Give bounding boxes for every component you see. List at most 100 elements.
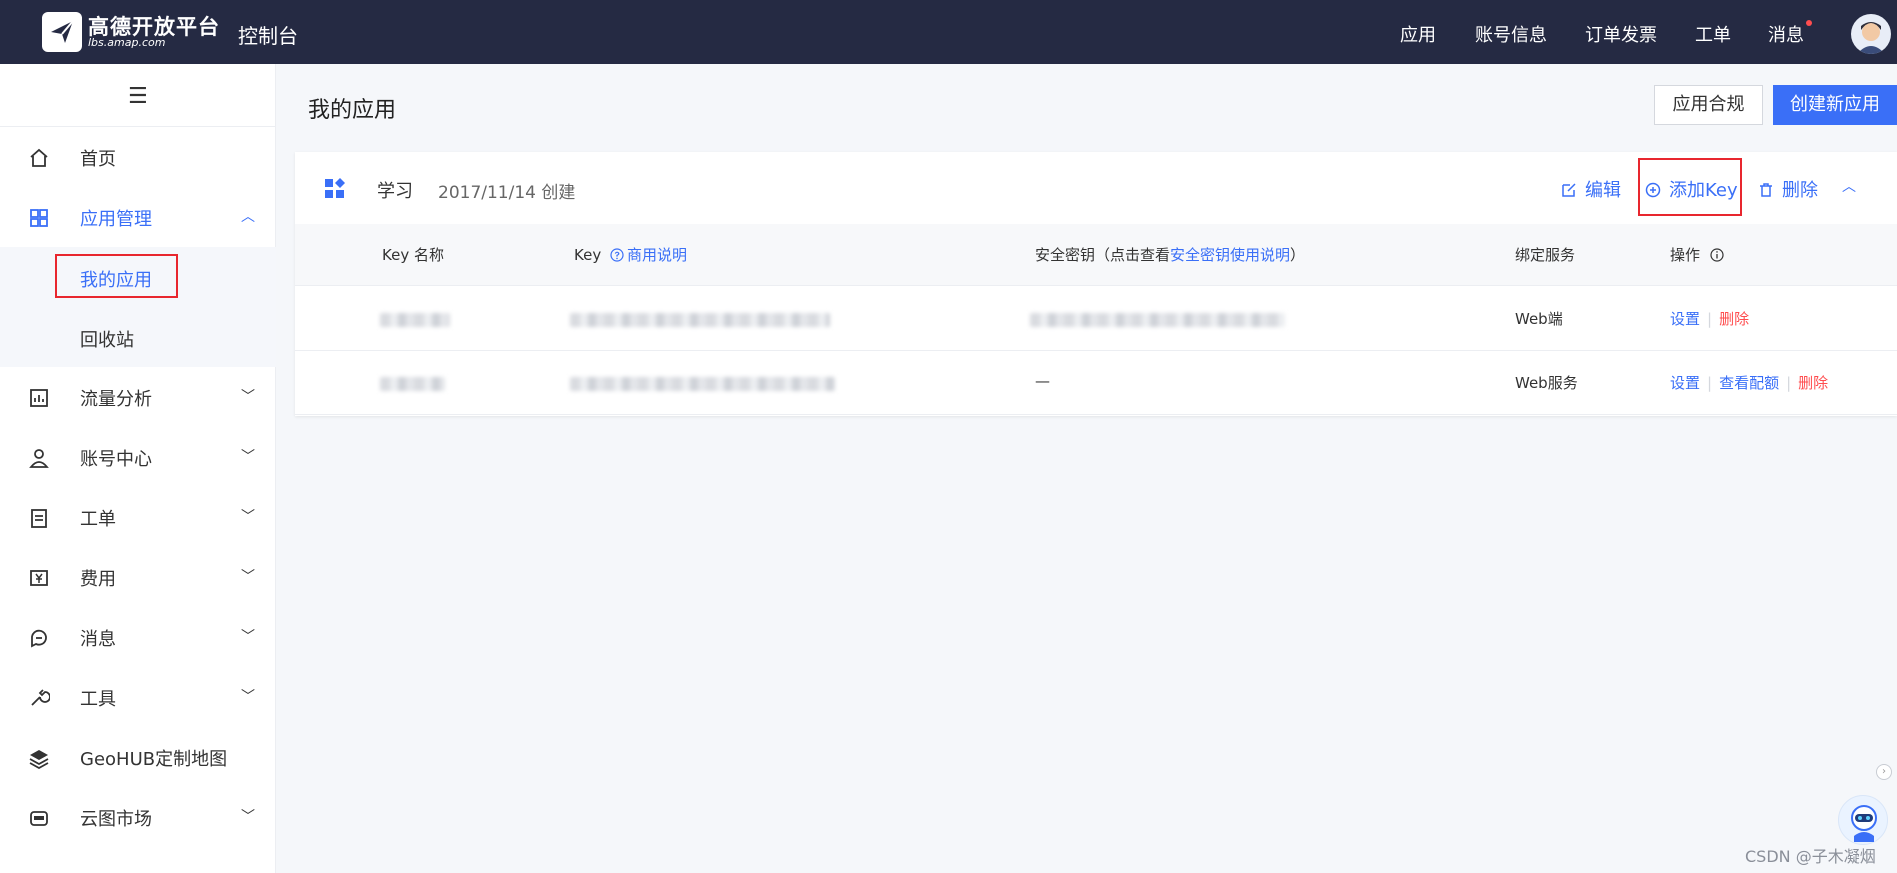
col-secret-label: 安全密钥（点击查看 <box>1035 246 1171 264</box>
col-secret: 安全密钥（点击查看安全密钥使用说明） <box>1035 244 1305 265</box>
bound-service: Web端 <box>1515 310 1563 328</box>
chevron-right-icon[interactable]: › <box>1876 764 1892 780</box>
chart-icon <box>30 389 48 407</box>
top-bar: 高德开放平台 lbs.amap.com 控制台 应用 账号信息 订单发票 工单 … <box>0 0 1897 64</box>
sidebar-item-account-center[interactable]: 账号中心 ﹀ <box>0 427 276 487</box>
secret-value: — <box>1035 372 1050 390</box>
sidebar-item-label: GeoHUB定制地图 <box>80 749 228 770</box>
info-circle-icon[interactable] <box>1710 248 1724 262</box>
chevron-up-icon[interactable]: ︿ <box>1842 176 1856 196</box>
logo-subtitle: lbs.amap.com <box>88 36 166 49</box>
nav-apps[interactable]: 应用 <box>1400 21 1436 47</box>
grid-icon <box>30 209 48 227</box>
col-key-name: Key 名称 <box>382 246 444 264</box>
sidebar-subitem-recycle-bin[interactable]: 回收站 <box>0 307 276 367</box>
sidebar: ☰ 首页 应用管理 ︿ 我的应用 回收站 流量分析 ﹀ 账号中心 ﹀ 工单 ﹀ … <box>0 64 276 873</box>
chevron-down-icon: ﹀ <box>241 809 255 825</box>
console-title[interactable]: 控制台 <box>238 20 298 49</box>
sidebar-item-label: 云图市场 <box>80 809 152 830</box>
avatar[interactable] <box>1851 14 1891 54</box>
sidebar-item-label: 消息 <box>80 629 116 650</box>
menu-toggle-icon[interactable]: ☰ <box>128 84 148 109</box>
edit-icon <box>1562 183 1576 197</box>
trash-icon <box>1760 183 1772 197</box>
highlight-box-add-key <box>1638 158 1742 216</box>
clipboard-icon <box>31 509 47 528</box>
home-icon <box>30 148 48 167</box>
sidebar-item-messages[interactable]: 消息 ﹀ <box>0 607 276 667</box>
key-value-redacted <box>570 313 830 327</box>
separator: | <box>1707 374 1713 392</box>
message-unread-dot <box>1806 20 1812 26</box>
col-key-label: Key <box>574 246 602 264</box>
chevron-down-icon: ﹀ <box>241 569 255 585</box>
chat-icon <box>31 629 47 648</box>
separator: | <box>1786 374 1792 392</box>
sidebar-item-tickets[interactable]: 工单 ﹀ <box>0 487 276 547</box>
sidebar-item-tools[interactable]: 工具 ﹀ <box>0 667 276 727</box>
secret-usage-link[interactable]: 安全密钥使用说明 <box>1170 246 1290 264</box>
app-blocks-icon <box>325 178 345 198</box>
col-operations: 操作 <box>1670 244 1724 265</box>
row-operations: 设置 | 删除 <box>1670 308 1749 329</box>
commercial-info-link[interactable]: 商用说明 <box>627 246 687 264</box>
sidebar-item-label: 应用管理 <box>80 209 152 230</box>
delete-app-button[interactable]: 删除 <box>1758 176 1818 202</box>
sidebar-item-traffic-analysis[interactable]: 流量分析 ﹀ <box>0 367 276 427</box>
yuan-icon <box>30 570 48 586</box>
watermark: CSDN @子木凝烟 <box>1745 847 1876 866</box>
chevron-down-icon: ﹀ <box>241 389 255 405</box>
sidebar-item-label: 账号中心 <box>80 449 152 470</box>
delete-label: 删除 <box>1782 180 1818 201</box>
chevron-down-icon: ﹀ <box>241 449 255 465</box>
key-name-redacted <box>380 313 450 327</box>
settings-link[interactable]: 设置 <box>1670 310 1700 328</box>
create-app-button[interactable]: 创建新应用 <box>1773 85 1897 125</box>
nav-messages[interactable]: 消息 <box>1768 21 1804 47</box>
box-icon <box>30 811 48 826</box>
app-created-date: 2017/11/14 创建 <box>438 183 576 203</box>
chevron-down-icon: ﹀ <box>241 509 255 525</box>
col-key: Key 商用说明 <box>574 244 687 265</box>
delete-key-link[interactable]: 删除 <box>1719 310 1749 328</box>
sidebar-item-cloud-market[interactable]: 云图市场 ﹀ <box>0 787 276 847</box>
assistant-robot-icon[interactable] <box>1838 795 1888 845</box>
col-bound-service: 绑定服务 <box>1515 246 1576 264</box>
separator: | <box>1707 310 1713 328</box>
question-circle-icon[interactable] <box>610 248 624 262</box>
app-name: 学习 <box>377 181 413 202</box>
col-operations-label: 操作 <box>1670 246 1701 264</box>
sidebar-item-billing[interactable]: 费用 ﹀ <box>0 547 276 607</box>
amap-logo-icon[interactable] <box>42 12 82 52</box>
nav-orders-invoices[interactable]: 订单发票 <box>1585 21 1657 47</box>
settings-link[interactable]: 设置 <box>1670 374 1700 392</box>
sidebar-item-label: 费用 <box>80 569 116 590</box>
edit-label: 编辑 <box>1585 180 1621 201</box>
delete-key-link[interactable]: 删除 <box>1798 374 1828 392</box>
row-operations: 设置 | 查看配额 | 删除 <box>1670 372 1828 393</box>
edit-app-button[interactable]: 编辑 <box>1561 176 1621 202</box>
sidebar-item-home[interactable]: 首页 <box>0 127 276 187</box>
app-compliance-button[interactable]: 应用合规 <box>1654 85 1763 125</box>
nav-tickets[interactable]: 工单 <box>1695 21 1731 47</box>
bound-service: Web服务 <box>1515 374 1578 392</box>
layers-icon <box>29 750 49 769</box>
page-title: 我的应用 <box>308 98 397 123</box>
sidebar-item-label: 首页 <box>80 149 116 170</box>
chevron-up-icon: ︿ <box>241 209 255 225</box>
nav-account-info[interactable]: 账号信息 <box>1475 21 1547 47</box>
sidebar-item-label: 流量分析 <box>80 389 152 410</box>
secret-value-redacted <box>1030 313 1285 327</box>
col-secret-suffix: ） <box>1290 246 1306 264</box>
sidebar-item-geohub[interactable]: GeoHUB定制地图 <box>0 727 276 787</box>
key-name-redacted <box>380 377 445 391</box>
sidebar-item-app-management[interactable]: 应用管理 ︿ <box>0 187 276 247</box>
sidebar-item-label: 工具 <box>80 689 116 710</box>
view-quota-link[interactable]: 查看配额 <box>1719 374 1779 392</box>
key-table-header: Key 名称 Key 商用说明 安全密钥（点击查看安全密钥使用说明） 绑定服务 … <box>295 224 1897 286</box>
wrench-icon <box>31 689 50 706</box>
key-value-redacted <box>570 377 835 391</box>
chevron-down-icon: ﹀ <box>241 689 255 705</box>
user-icon <box>29 449 49 468</box>
sidebar-item-label: 工单 <box>80 509 116 530</box>
